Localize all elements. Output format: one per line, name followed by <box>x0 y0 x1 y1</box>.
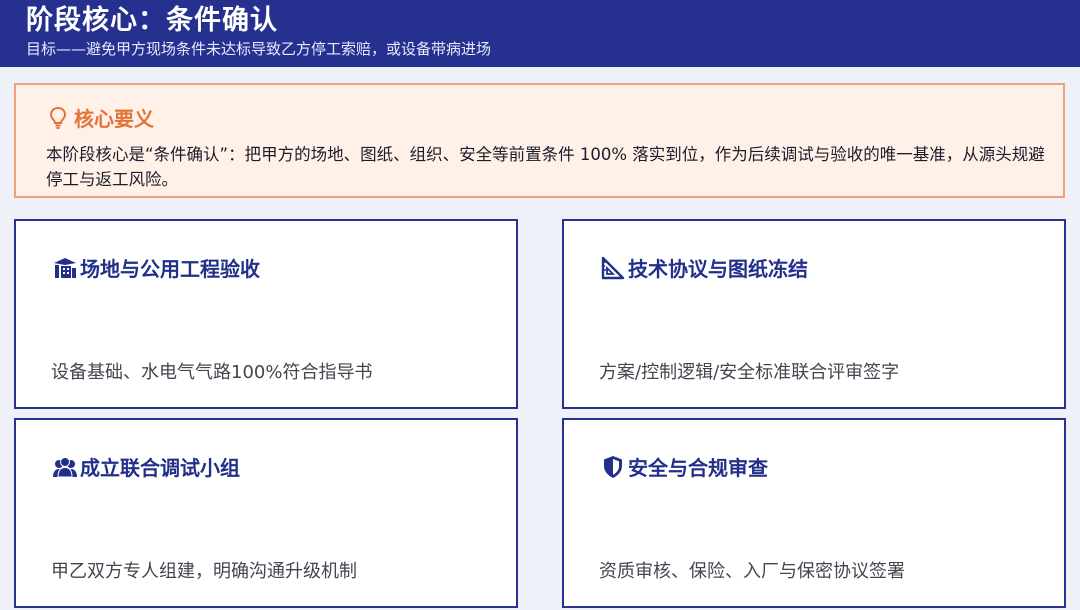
card-tech-agreement: 技术协议与图纸冻结 方案/控制逻辑/安全标准联合评审签字 <box>562 219 1066 409</box>
card-title: 成立联合调试小组 <box>80 456 240 480</box>
card-description: 方案/控制逻辑/安全标准联合评审签字 <box>599 362 900 383</box>
page-subtitle: 目标——避免甲方现场条件未达标导致乙方停工索赔，或设备带病进场 <box>26 40 492 58</box>
core-meaning-text: 本阶段核心是“条件确认”：把甲方的场地、图纸、组织、安全等前置条件 100% 落… <box>46 145 1045 189</box>
lightbulb-icon <box>49 106 67 129</box>
card-header: 成立联合调试小组 <box>52 452 240 481</box>
card-description: 设备基础、水电气气路100%符合指导书 <box>51 362 373 383</box>
page-header: 阶段核心：条件确认 目标——避免甲方现场条件未达标导致乙方停工索赔，或设备带病进… <box>0 0 1080 67</box>
core-meaning-title: 核心要义 <box>74 107 154 131</box>
card-title: 场地与公用工程验收 <box>80 257 260 281</box>
team-icon <box>53 456 77 477</box>
card-description: 甲乙双方专人组建，明确沟通升级机制 <box>51 561 357 582</box>
core-meaning-panel: 核心要义 本阶段核心是“条件确认”：把甲方的场地、图纸、组织、安全等前置条件 1… <box>14 83 1065 198</box>
card-description: 资质审核、保险、入厂与保密协议签署 <box>599 561 905 582</box>
card-header: 技术协议与图纸冻结 <box>600 253 808 282</box>
card-site-utilities: 场地与公用工程验收 设备基础、水电气气路100%符合指导书 <box>14 219 518 409</box>
building-icon <box>54 257 76 278</box>
core-meaning-header: 核心要义 <box>48 103 154 132</box>
page-title: 阶段核心：条件确认 <box>26 5 278 36</box>
card-safety-compliance: 安全与合规审查 资质审核、保险、入厂与保密协议签署 <box>562 418 1066 608</box>
card-title: 安全与合规审查 <box>628 456 768 480</box>
card-joint-team: 成立联合调试小组 甲乙双方专人组建，明确沟通升级机制 <box>14 418 518 608</box>
shield-icon <box>604 455 622 478</box>
card-title: 技术协议与图纸冻结 <box>628 257 808 281</box>
ruler-triangle-icon <box>601 256 625 279</box>
card-header: 安全与合规审查 <box>600 452 768 481</box>
card-header: 场地与公用工程验收 <box>52 253 260 282</box>
